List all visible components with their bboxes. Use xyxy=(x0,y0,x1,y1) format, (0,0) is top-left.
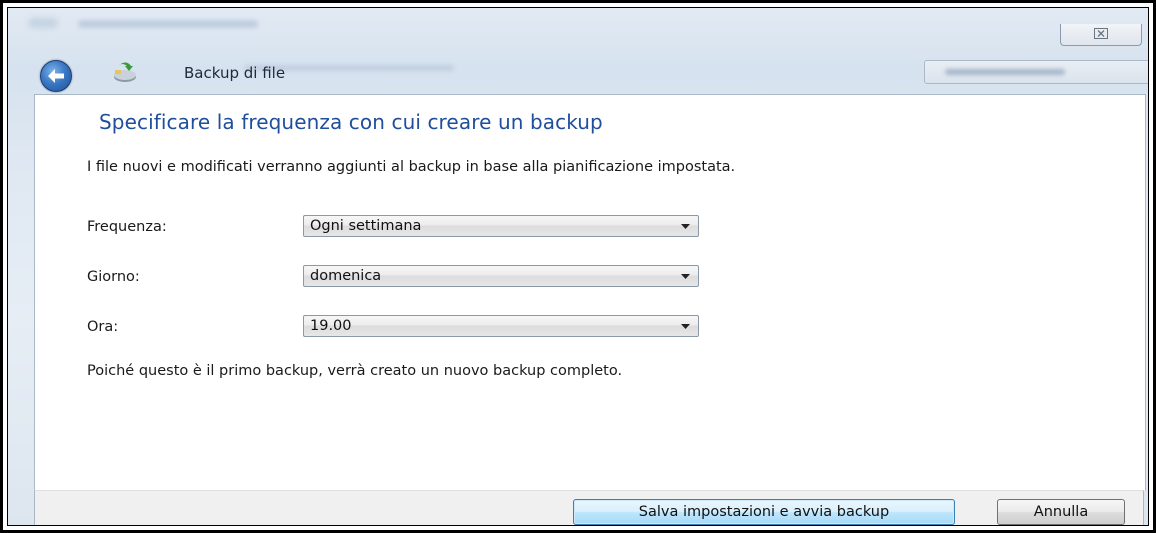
window: Backup di file Specificare la frequenza … xyxy=(7,7,1149,526)
chevron-down-icon xyxy=(672,316,698,336)
day-value: domenica xyxy=(310,268,382,284)
day-label: Giorno: xyxy=(87,269,140,285)
cancel-button[interactable]: Annulla xyxy=(997,499,1125,525)
day-dropdown[interactable]: domenica xyxy=(303,265,699,287)
window-icon xyxy=(28,18,58,28)
frequency-value: Ogni settimana xyxy=(310,218,422,234)
window-edge xyxy=(1148,148,1149,348)
time-label: Ora: xyxy=(87,319,119,335)
search-input[interactable] xyxy=(924,60,1148,84)
description-text: I file nuovi e modificati verranno aggiu… xyxy=(87,159,736,175)
section-heading: Specificare la frequenza con cui creare … xyxy=(99,110,603,134)
search-placeholder-blurred xyxy=(945,69,1065,75)
back-button[interactable] xyxy=(40,60,72,92)
content-panel: Specificare la frequenza con cui creare … xyxy=(34,94,1146,491)
backup-icon xyxy=(112,62,138,84)
screenshot-frame: Backup di file Specificare la frequenza … xyxy=(0,0,1156,533)
info-text: Poiché questo è il primo backup, verrà c… xyxy=(87,363,623,379)
time-dropdown[interactable]: 19.00 xyxy=(303,315,699,337)
window-title-blurred xyxy=(78,20,258,28)
frequency-label: Frequenza: xyxy=(87,219,167,235)
save-and-start-button[interactable]: Salva impostazioni e avvia backup xyxy=(573,499,955,525)
time-value: 19.00 xyxy=(310,318,352,334)
back-arrow-icon xyxy=(47,68,65,84)
chevron-down-icon xyxy=(672,216,698,236)
page-title: Backup di file xyxy=(184,64,286,82)
button-bar: Salva impostazioni e avvia backup Annull… xyxy=(34,490,1144,525)
chevron-down-icon xyxy=(672,266,698,286)
frequency-dropdown[interactable]: Ogni settimana xyxy=(303,215,699,237)
close-button[interactable] xyxy=(1060,24,1142,46)
close-icon xyxy=(1094,27,1108,42)
